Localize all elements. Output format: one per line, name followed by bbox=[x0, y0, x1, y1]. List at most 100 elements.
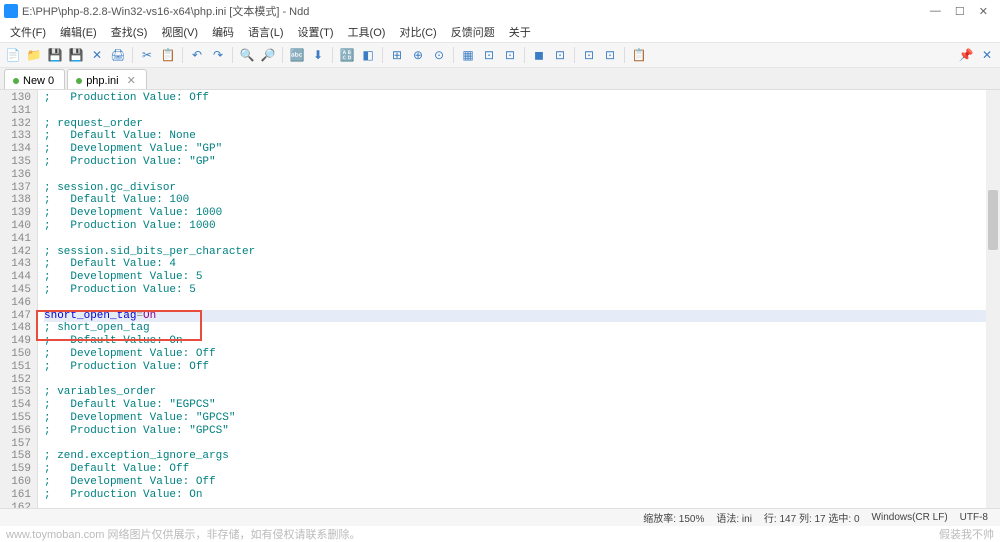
close-button[interactable]: ✕ bbox=[979, 5, 988, 18]
toolbar-separator bbox=[182, 47, 183, 63]
menu-tools[interactable]: 工具(O) bbox=[342, 22, 392, 42]
status-charset: UTF-8 bbox=[954, 512, 994, 523]
toolbar-button-26[interactable]: ▦ bbox=[459, 46, 477, 64]
code-line[interactable]: ; Development Value: 5 bbox=[44, 271, 1000, 284]
code-line[interactable] bbox=[44, 169, 1000, 182]
code-line[interactable]: ; short_open_tag bbox=[44, 322, 1000, 335]
vertical-scrollbar[interactable] bbox=[986, 90, 1000, 526]
line-number: 144 bbox=[0, 271, 31, 284]
toolbar-button-13[interactable]: 🔍 bbox=[238, 46, 256, 64]
menu-find[interactable]: 查找(S) bbox=[105, 22, 154, 42]
toolbar-button-22[interactable]: ⊞ bbox=[388, 46, 406, 64]
toolbar-button-36[interactable]: 📋 bbox=[630, 46, 648, 64]
line-number: 143 bbox=[0, 258, 31, 271]
code-line[interactable]: ; zend.exception_ignore_args bbox=[44, 450, 1000, 463]
menu-settings[interactable]: 设置(T) bbox=[292, 22, 340, 42]
code-line[interactable]: ; Development Value: "GPCS" bbox=[44, 412, 1000, 425]
code-line[interactable]: ; session.gc_divisor bbox=[44, 182, 1000, 195]
toolbar-button-7[interactable]: ✂ bbox=[138, 46, 156, 64]
app-icon bbox=[4, 4, 18, 18]
pin-icon[interactable]: 📌 bbox=[957, 46, 975, 64]
minimize-button[interactable]: — bbox=[930, 5, 941, 18]
toolbar-separator bbox=[453, 47, 454, 63]
toolbar-button-11[interactable]: ↷ bbox=[209, 46, 227, 64]
maximize-button[interactable]: ☐ bbox=[955, 5, 965, 18]
titlebar: E:\PHP\php-8.2.8-Win32-vs16-x64\php.ini … bbox=[0, 0, 1000, 22]
code-line[interactable]: ; Production Value: 5 bbox=[44, 284, 1000, 297]
menu-feedback[interactable]: 反馈问题 bbox=[445, 22, 501, 42]
toolbar-button-14[interactable]: 🔎 bbox=[259, 46, 277, 64]
status-encoding: Windows(CR LF) bbox=[866, 512, 954, 523]
code-line[interactable] bbox=[44, 297, 1000, 310]
line-number: 145 bbox=[0, 284, 31, 297]
menu-edit[interactable]: 编辑(E) bbox=[54, 22, 103, 42]
code-line[interactable] bbox=[44, 105, 1000, 118]
toolbar-button-23[interactable]: ⊕ bbox=[409, 46, 427, 64]
code-line[interactable]: ; Development Value: 1000 bbox=[44, 207, 1000, 220]
toolbar-button-19[interactable]: 🔠 bbox=[338, 46, 356, 64]
menu-language[interactable]: 语言(L) bbox=[242, 22, 289, 42]
toolbar-button-24[interactable]: ⊙ bbox=[430, 46, 448, 64]
toolbar-separator bbox=[332, 47, 333, 63]
tab-phpini[interactable]: php.ini ✕ bbox=[67, 69, 147, 89]
code-line[interactable]: short_open_tag=On bbox=[44, 310, 1000, 323]
toolbar-button-16[interactable]: 🔤 bbox=[288, 46, 306, 64]
code-line[interactable]: ; Development Value: Off bbox=[44, 476, 1000, 489]
menu-view[interactable]: 视图(V) bbox=[155, 22, 204, 42]
code-line[interactable]: ; Default Value: On bbox=[44, 335, 1000, 348]
toolbar-button-30[interactable]: ◼ bbox=[530, 46, 548, 64]
code-line[interactable]: ; Production Value: Off bbox=[44, 361, 1000, 374]
line-number: 134 bbox=[0, 143, 31, 156]
code-line[interactable]: ; Production Value: 1000 bbox=[44, 220, 1000, 233]
code-line[interactable]: ; Production Value: "GPCS" bbox=[44, 425, 1000, 438]
menu-about[interactable]: 关于 bbox=[503, 22, 537, 42]
code-line[interactable]: ; Development Value: Off bbox=[44, 348, 1000, 361]
status-zoom: 缩放率: 150% bbox=[637, 510, 710, 525]
toolbar-button-33[interactable]: ⊡ bbox=[580, 46, 598, 64]
toolbar-button-20[interactable]: ◧ bbox=[359, 46, 377, 64]
code-line[interactable]: ; Default Value: Off bbox=[44, 463, 1000, 476]
code-line[interactable] bbox=[44, 374, 1000, 387]
toolbar-button-28[interactable]: ⊡ bbox=[501, 46, 519, 64]
toolbar-button-27[interactable]: ⊡ bbox=[480, 46, 498, 64]
code-line[interactable] bbox=[44, 233, 1000, 246]
toolbar-button-17[interactable]: ⬇ bbox=[309, 46, 327, 64]
code-line[interactable]: ; Production Value: "GP" bbox=[44, 156, 1000, 169]
code-line[interactable]: ; Development Value: "GP" bbox=[44, 143, 1000, 156]
toolbar-button-4[interactable]: ✕ bbox=[88, 46, 106, 64]
tab-new0[interactable]: New 0 bbox=[4, 69, 65, 89]
menu-file[interactable]: 文件(F) bbox=[4, 22, 52, 42]
menu-compare[interactable]: 对比(C) bbox=[393, 22, 442, 42]
code-line[interactable]: ; Default Value: "EGPCS" bbox=[44, 399, 1000, 412]
line-number: 130 bbox=[0, 92, 31, 105]
toolbar-button-8[interactable]: 📋 bbox=[159, 46, 177, 64]
toolbar-button-5[interactable]: 🖨 bbox=[109, 46, 127, 64]
line-number: 156 bbox=[0, 425, 31, 438]
toolbar-button-10[interactable]: ↶ bbox=[188, 46, 206, 64]
toolbar-button-1[interactable]: 📁 bbox=[25, 46, 43, 64]
code-line[interactable]: ; Default Value: 100 bbox=[44, 194, 1000, 207]
line-number: 133 bbox=[0, 130, 31, 143]
code-line[interactable]: ; Production Value: Off bbox=[44, 92, 1000, 105]
code-line[interactable]: ; request_order bbox=[44, 118, 1000, 131]
code-line[interactable]: ; Default Value: 4 bbox=[44, 258, 1000, 271]
code-line[interactable]: ; variables_order bbox=[44, 386, 1000, 399]
code-line[interactable]: ; Production Value: On bbox=[44, 489, 1000, 502]
tab-dot-icon bbox=[76, 78, 82, 84]
menu-encoding[interactable]: 编码 bbox=[206, 22, 240, 42]
editor[interactable]: 1301311321331341351361371381391401411421… bbox=[0, 90, 1000, 526]
toolbar-button-2[interactable]: 💾 bbox=[46, 46, 64, 64]
tab-close-icon[interactable]: ✕ bbox=[127, 74, 136, 87]
toolbar-button-0[interactable]: 📄 bbox=[4, 46, 22, 64]
toolbar-button-31[interactable]: ⊡ bbox=[551, 46, 569, 64]
scrollbar-thumb[interactable] bbox=[988, 190, 998, 250]
code-line[interactable]: ; Default Value: None bbox=[44, 130, 1000, 143]
code-line[interactable] bbox=[44, 438, 1000, 451]
line-number: 135 bbox=[0, 156, 31, 169]
toolbar-button-34[interactable]: ⊡ bbox=[601, 46, 619, 64]
toolbar-close-icon[interactable]: ✕ bbox=[978, 46, 996, 64]
code-line[interactable]: ; session.sid_bits_per_character bbox=[44, 246, 1000, 259]
code-area[interactable]: ; Production Value: Off ; request_order;… bbox=[38, 90, 1000, 526]
toolbar-separator bbox=[232, 47, 233, 63]
toolbar-button-3[interactable]: 💾 bbox=[67, 46, 85, 64]
